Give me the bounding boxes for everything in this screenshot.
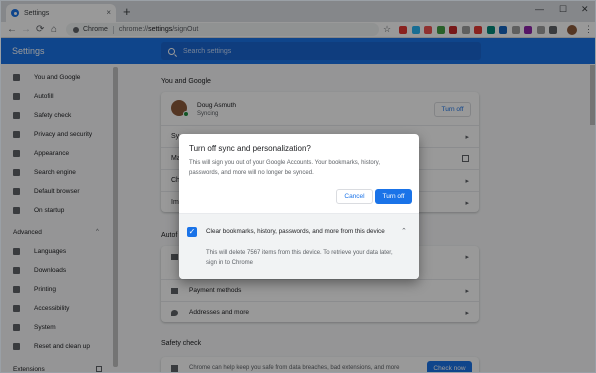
clear-data-checkbox[interactable]: ✓: [187, 227, 197, 237]
clear-data-label: Clear bookmarks, history, passwords, and…: [206, 228, 385, 235]
dialog-body: This will sign you out of your Google Ac…: [189, 160, 380, 176]
turn-off-sync-dialog: Turn off sync and personalization? This …: [179, 134, 419, 279]
confirm-turn-off-button[interactable]: Turn off: [375, 189, 412, 204]
clear-data-description: This will delete 7567 items from this de…: [206, 250, 393, 266]
cancel-button[interactable]: Cancel: [336, 189, 373, 204]
chevron-up-icon[interactable]: ⌃: [401, 227, 407, 235]
dialog-footer: ✓ Clear bookmarks, history, passwords, a…: [179, 213, 419, 279]
dialog-title: Turn off sync and personalization?: [189, 144, 311, 153]
browser-window: Settings × + — ☐ ✕ ← → ⟳ ⌂ Chrome chrome…: [0, 0, 596, 373]
